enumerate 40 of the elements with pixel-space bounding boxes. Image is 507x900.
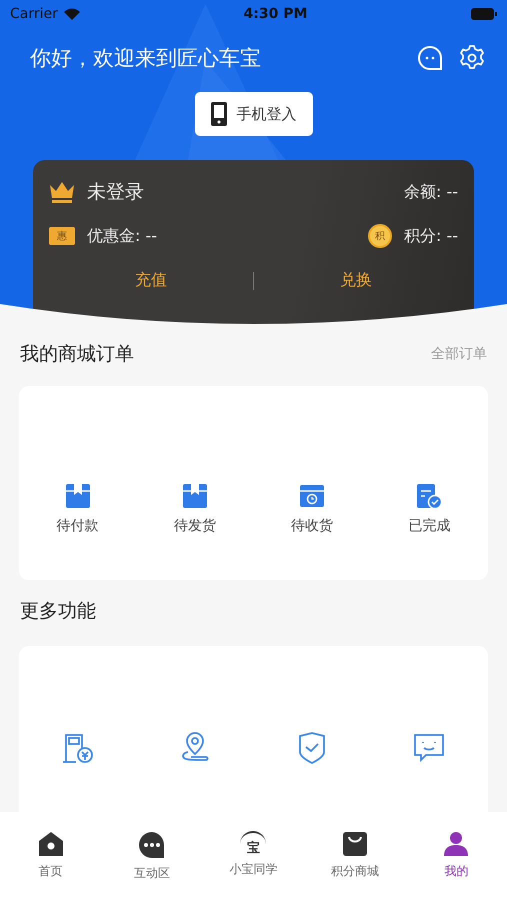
carrier-name: Carrier	[10, 6, 58, 22]
card-action[interactable]: 充值	[49, 266, 253, 295]
balance-text: 余额: --	[404, 182, 458, 202]
fuel-station-icon[interactable]	[62, 732, 94, 764]
phone-icon	[210, 102, 226, 126]
crown-icon	[49, 181, 75, 203]
status-time: 4:30 PM	[244, 6, 308, 22]
box-icon	[64, 483, 91, 509]
wifi-icon	[64, 8, 80, 20]
order-status-item[interactable]: 待付款	[19, 482, 136, 536]
message-icon[interactable]	[417, 45, 443, 71]
section-title: 我的商城订单	[20, 342, 134, 367]
shopping-bag-icon	[342, 831, 368, 857]
coupon-icon: 惠	[49, 227, 75, 245]
login-status: 未登录	[87, 180, 144, 205]
order-status-item[interactable]: 待发货	[136, 482, 254, 536]
home-icon	[38, 831, 64, 857]
document-check-icon	[416, 483, 442, 509]
box-icon	[182, 483, 208, 509]
tab-bar-item[interactable]: 首页	[0, 830, 102, 881]
settings-icon[interactable]	[459, 45, 485, 71]
calendar-clock-icon	[299, 483, 326, 509]
coupon-text: 优惠金: --	[87, 226, 158, 246]
phone-login-button[interactable]: 手机登入	[194, 92, 312, 136]
person-icon	[443, 831, 470, 857]
section-title: 更多功能	[20, 599, 96, 624]
card-action[interactable]: 兑换	[254, 266, 458, 295]
tab-bar-item[interactable]: 积分商城	[304, 830, 406, 881]
order-status-item[interactable]: 待收货	[254, 482, 371, 536]
order-status-item[interactable]: 已完成	[370, 482, 488, 536]
chat-bubble-icon	[138, 831, 166, 859]
smiley-message-icon[interactable]	[413, 732, 446, 764]
tab-bar-item[interactable]: 我的	[406, 830, 507, 881]
tab-bar-item[interactable]: 互动区	[101, 830, 203, 883]
points-text: 积分: --	[404, 226, 458, 246]
points-coin-icon: 积	[368, 224, 392, 248]
greeting-title: 你好，欢迎来到匠心车宝	[30, 45, 261, 72]
shield-check-icon[interactable]	[297, 732, 328, 764]
battery-icon	[471, 8, 497, 20]
tab-bar-item[interactable]: 宝 小宝同学	[202, 830, 304, 879]
